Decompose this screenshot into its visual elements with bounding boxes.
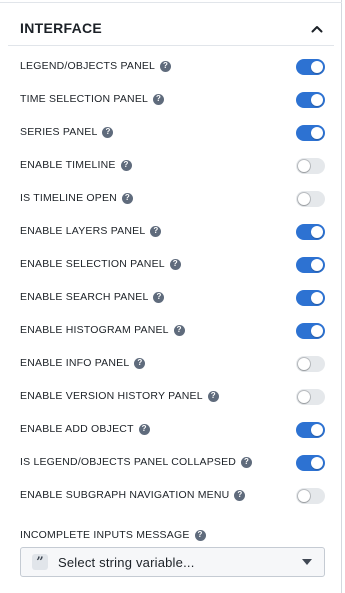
setting-label: ENABLE ADD OBJECT? <box>20 423 150 435</box>
setting-toggle[interactable] <box>296 356 325 372</box>
setting-toggle[interactable] <box>296 488 325 504</box>
help-icon[interactable]: ? <box>207 390 219 402</box>
help-icon[interactable]: ? <box>234 489 246 501</box>
incomplete-inputs-label: INCOMPLETE INPUTS MESSAGE ? <box>20 529 206 541</box>
help-icon[interactable]: ? <box>173 324 185 336</box>
help-icon[interactable]: ? <box>150 225 162 237</box>
setting-label-text: ENABLE INFO PANEL <box>20 357 130 369</box>
setting-row: ENABLE SEARCH PANEL? <box>0 282 342 315</box>
setting-row: SERIES PANEL? <box>0 117 342 150</box>
toggle-knob <box>311 424 323 436</box>
setting-label-text: ENABLE SELECTION PANEL <box>20 258 165 270</box>
help-icon[interactable]: ? <box>160 60 172 72</box>
top-divider <box>0 2 342 3</box>
setting-toggle[interactable] <box>296 125 325 141</box>
setting-label: ENABLE VERSION HISTORY PANEL? <box>20 390 219 402</box>
setting-label-text: TIME SELECTION PANEL <box>20 93 149 105</box>
setting-toggle[interactable] <box>296 224 325 240</box>
setting-row: IS LEGEND/OBJECTS PANEL COLLAPSED? <box>0 447 342 480</box>
help-icon[interactable]: ? <box>121 192 133 204</box>
toggle-knob <box>311 61 323 73</box>
setting-row: IS TIMELINE OPEN? <box>0 183 342 216</box>
help-icon[interactable]: ? <box>153 291 165 303</box>
toggle-knob <box>311 292 323 304</box>
toggle-knob <box>298 391 310 403</box>
setting-label: IS TIMELINE OPEN? <box>20 192 133 204</box>
toggle-knob <box>311 325 323 337</box>
setting-label-text: ENABLE LAYERS PANEL <box>20 225 146 237</box>
setting-row: ENABLE ADD OBJECT? <box>0 414 342 447</box>
setting-label-text: IS TIMELINE OPEN <box>20 192 117 204</box>
setting-label-text: SERIES PANEL <box>20 126 98 138</box>
select-placeholder: Select string variable... <box>58 555 195 570</box>
setting-label: ENABLE SUBGRAPH NAVIGATION MENU? <box>20 489 246 501</box>
collapse-section-button[interactable] <box>306 18 328 40</box>
setting-row: ENABLE VERSION HISTORY PANEL? <box>0 381 342 414</box>
toggle-knob <box>311 127 323 139</box>
chevron-up-icon <box>311 26 323 33</box>
section-header[interactable]: INTERFACE <box>0 12 342 46</box>
string-variable-select[interactable]: ” Select string variable... <box>20 547 325 577</box>
interface-settings-panel: INTERFACE LEGEND/OBJECTS PANEL? TIME SELE… <box>0 0 342 593</box>
setting-toggle[interactable] <box>296 158 325 174</box>
setting-row: ENABLE LAYERS PANEL? <box>0 216 342 249</box>
help-icon[interactable]: ? <box>120 159 132 171</box>
toggle-knob <box>298 490 310 502</box>
toggle-knob <box>311 226 323 238</box>
help-icon[interactable]: ? <box>102 126 114 138</box>
setting-label: ENABLE INFO PANEL? <box>20 357 146 369</box>
setting-toggle[interactable] <box>296 59 325 75</box>
setting-toggle[interactable] <box>296 422 325 438</box>
setting-toggle[interactable] <box>296 389 325 405</box>
caret-down-icon <box>302 559 312 565</box>
toggle-knob <box>311 457 323 469</box>
setting-label: IS LEGEND/OBJECTS PANEL COLLAPSED? <box>20 456 253 468</box>
setting-label-text: ENABLE HISTOGRAM PANEL <box>20 324 169 336</box>
setting-label-text: ENABLE VERSION HISTORY PANEL <box>20 390 203 402</box>
setting-toggle[interactable] <box>296 455 325 471</box>
help-icon[interactable]: ? <box>134 357 146 369</box>
setting-label: ENABLE SEARCH PANEL? <box>20 291 165 303</box>
help-icon[interactable]: ? <box>138 423 150 435</box>
setting-row: TIME SELECTION PANEL? <box>0 84 342 117</box>
setting-label: ENABLE TIMELINE? <box>20 159 132 171</box>
help-icon[interactable]: ? <box>169 258 181 270</box>
setting-toggle[interactable] <box>296 290 325 306</box>
setting-label: ENABLE HISTOGRAM PANEL? <box>20 324 185 336</box>
setting-label: SERIES PANEL? <box>20 126 114 138</box>
setting-row: ENABLE SUBGRAPH NAVIGATION MENU? <box>0 480 342 513</box>
setting-label-text: IS LEGEND/OBJECTS PANEL COLLAPSED <box>20 456 237 468</box>
header-divider <box>8 45 334 46</box>
help-icon[interactable]: ? <box>241 456 253 468</box>
setting-toggle[interactable] <box>296 257 325 273</box>
setting-row: ENABLE TIMELINE? <box>0 150 342 183</box>
setting-row: LEGEND/OBJECTS PANEL? <box>0 51 342 84</box>
section-title: INTERFACE <box>20 20 103 36</box>
toggle-knob <box>298 193 310 205</box>
setting-label: LEGEND/OBJECTS PANEL? <box>20 60 172 72</box>
setting-label: ENABLE LAYERS PANEL? <box>20 225 162 237</box>
toggle-knob <box>311 259 323 271</box>
settings-list: LEGEND/OBJECTS PANEL? TIME SELECTION PANE… <box>0 51 342 513</box>
setting-label-text: ENABLE SEARCH PANEL <box>20 291 149 303</box>
setting-label-text: ENABLE ADD OBJECT <box>20 423 134 435</box>
incomplete-inputs-label-text: INCOMPLETE INPUTS MESSAGE <box>20 529 190 541</box>
setting-label: ENABLE SELECTION PANEL? <box>20 258 181 270</box>
toggle-knob <box>298 358 310 370</box>
toggle-knob <box>298 160 310 172</box>
setting-toggle[interactable] <box>296 323 325 339</box>
string-quote-icon: ” <box>32 554 48 570</box>
toggle-knob <box>311 94 323 106</box>
help-icon[interactable]: ? <box>153 93 165 105</box>
setting-label-text: ENABLE TIMELINE <box>20 159 116 171</box>
setting-toggle[interactable] <box>296 191 325 207</box>
setting-row: ENABLE SELECTION PANEL? <box>0 249 342 282</box>
setting-row: ENABLE HISTOGRAM PANEL? <box>0 315 342 348</box>
setting-label: TIME SELECTION PANEL? <box>20 93 165 105</box>
setting-toggle[interactable] <box>296 92 325 108</box>
setting-label-text: LEGEND/OBJECTS PANEL <box>20 60 156 72</box>
setting-label-text: ENABLE SUBGRAPH NAVIGATION MENU <box>20 489 230 501</box>
setting-row: ENABLE INFO PANEL? <box>0 348 342 381</box>
help-icon[interactable]: ? <box>194 529 206 541</box>
